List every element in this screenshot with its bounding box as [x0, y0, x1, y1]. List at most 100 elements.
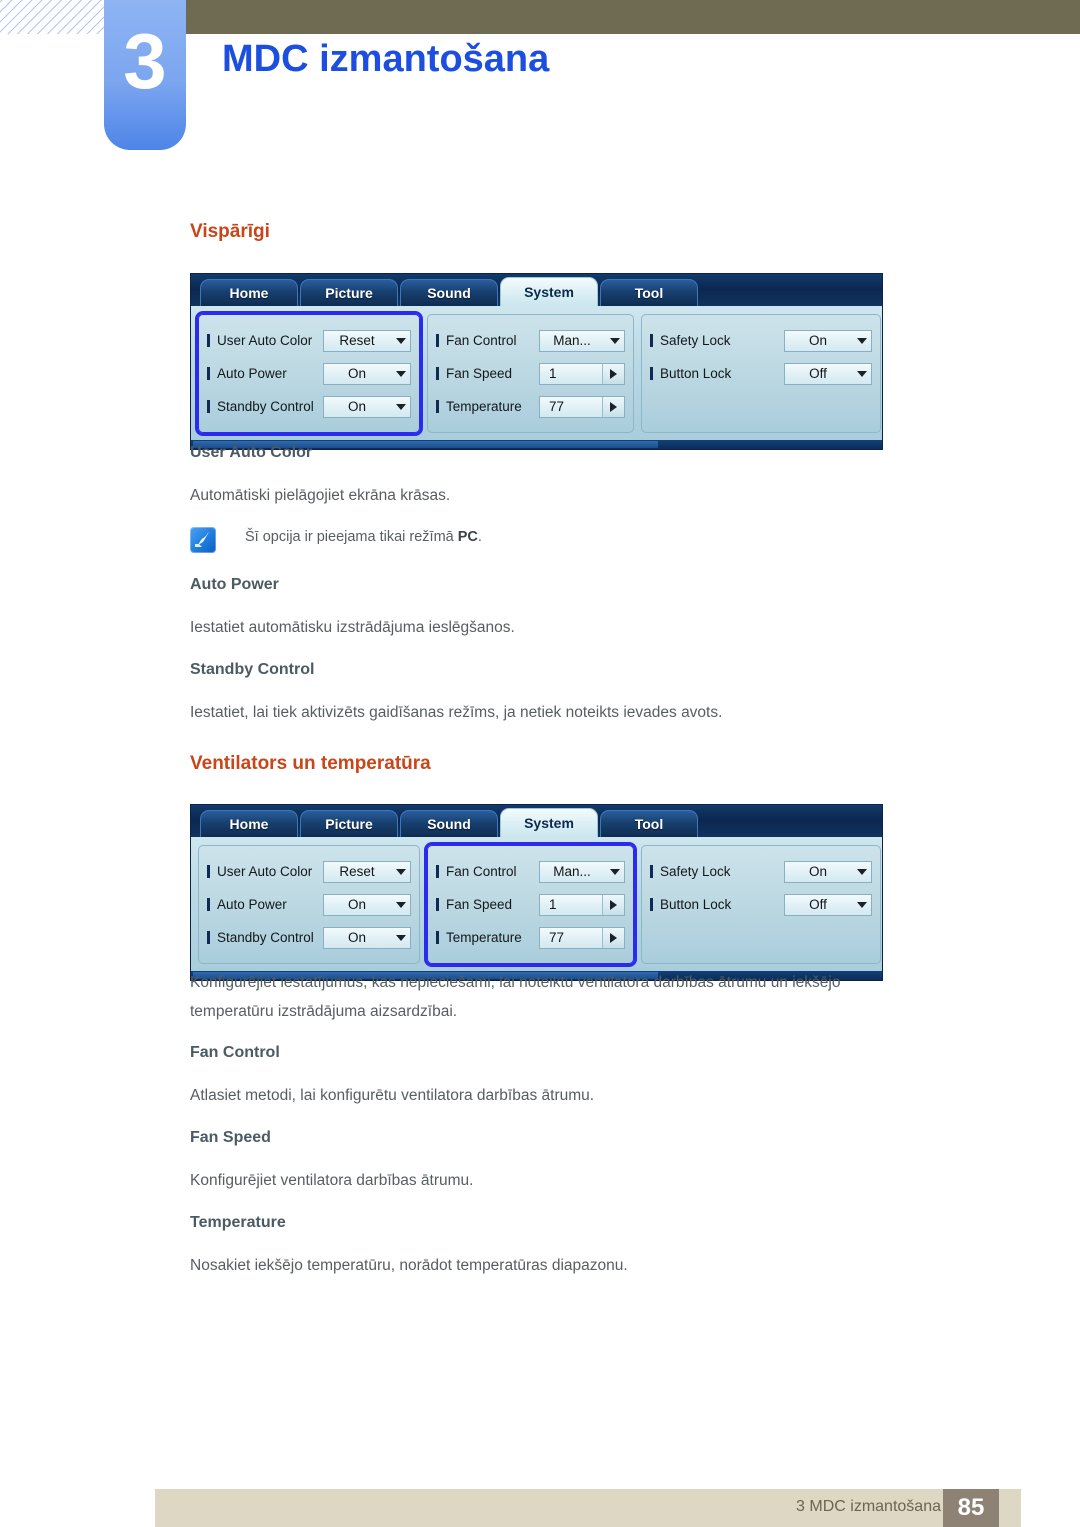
tab-tool[interactable]: Tool	[600, 279, 698, 306]
label-safety-lock: Safety Lock	[660, 864, 731, 879]
body-user-auto-color: Automātiski pielāgojiet ekrāna krāsas.	[190, 487, 451, 504]
dropdown-fan-control[interactable]: Man...	[539, 860, 625, 883]
page-footer: 3 MDC izmantošana 85	[155, 1489, 1021, 1527]
tab-home[interactable]: Home	[200, 279, 298, 306]
settings-group-lock-spacer	[650, 390, 872, 423]
mdc-tab-bar: Home Picture Sound System Tool	[191, 805, 882, 837]
bullet-tick-icon	[436, 931, 439, 944]
setting-row-temperature: Temperature 77	[436, 921, 625, 954]
spinner-value-temperature: 77	[549, 399, 565, 414]
bullet-tick-icon	[436, 400, 439, 413]
subheading-standby-control: Standby Control	[190, 661, 315, 678]
settings-group-fan: Fan Control Man... Fan Speed 1 Temperatu…	[427, 314, 634, 433]
tab-sound[interactable]: Sound	[400, 279, 498, 306]
settings-group-lock: Safety Lock On Button Lock Off	[641, 845, 881, 964]
label-user-auto-color: User Auto Color	[217, 864, 313, 879]
mdc-screenshot-fan: Home Picture Sound System Tool User Auto…	[190, 804, 883, 981]
dropdown-safety-lock[interactable]: On	[784, 329, 872, 352]
subheading-user-auto-color: User Auto Color	[190, 444, 313, 461]
body-auto-power: Iestatiet automātisku izstrādājuma ieslē…	[190, 619, 515, 636]
chevron-down-icon	[853, 337, 871, 344]
bullet-tick-icon	[207, 898, 210, 911]
label-safety-lock: Safety Lock	[660, 333, 731, 348]
bullet-tick-icon	[436, 898, 439, 911]
note-text: Šī opcija ir pieejama tikai režīmā PC.	[245, 529, 482, 545]
chevron-down-icon	[606, 868, 624, 875]
spinner-value-fan-speed: 1	[549, 897, 557, 912]
chapter-number-badge: 3	[104, 0, 186, 150]
bullet-tick-icon	[207, 931, 210, 944]
dropdown-value-safety-lock: On	[808, 864, 827, 879]
dropdown-value-standby-control: On	[347, 399, 366, 414]
chevron-right-icon[interactable]	[602, 894, 624, 915]
setting-row-auto-power: Auto Power On	[207, 888, 411, 921]
chevron-right-icon[interactable]	[602, 396, 624, 417]
chevron-right-icon[interactable]	[602, 927, 624, 948]
subheading-auto-power: Auto Power	[190, 576, 279, 593]
chevron-down-icon	[392, 370, 410, 377]
dropdown-button-lock[interactable]: Off	[784, 362, 872, 385]
setting-row-temperature: Temperature 77	[436, 390, 625, 423]
spinner-temperature[interactable]: 77	[539, 395, 625, 418]
settings-group-lock: Safety Lock On Button Lock Off	[641, 314, 881, 433]
spinner-fan-speed[interactable]: 1	[539, 362, 625, 385]
chevron-right-icon[interactable]	[602, 363, 624, 384]
bullet-tick-icon	[207, 865, 210, 878]
setting-row-user-auto-color: User Auto Color Reset	[207, 324, 411, 357]
chapter-number: 3	[123, 17, 167, 105]
body-temperature: Nosakiet iekšējo temperatūru, norādot te…	[190, 1257, 628, 1274]
settings-group-general: User Auto Color Reset Auto Power On Stan…	[195, 311, 423, 436]
bullet-tick-icon	[650, 334, 653, 347]
dropdown-value-fan-control: Man...	[553, 864, 591, 879]
setting-row-standby-control: Standby Control On	[207, 390, 411, 423]
chevron-down-icon	[392, 934, 410, 941]
spinner-temperature[interactable]: 77	[539, 926, 625, 949]
bullet-tick-icon	[207, 400, 210, 413]
label-temperature: Temperature	[446, 399, 522, 414]
chevron-down-icon	[853, 868, 871, 875]
tab-system[interactable]: System	[500, 277, 598, 306]
tab-tool[interactable]: Tool	[600, 810, 698, 837]
subheading-fan-control: Fan Control	[190, 1044, 280, 1061]
dropdown-value-user-auto-color: Reset	[339, 864, 375, 879]
mdc-tab-bar: Home Picture Sound System Tool	[191, 274, 882, 306]
dropdown-value-user-auto-color: Reset	[339, 333, 375, 348]
dropdown-user-auto-color[interactable]: Reset	[323, 329, 411, 352]
setting-row-button-lock: Button Lock Off	[650, 357, 872, 390]
setting-row-safety-lock: Safety Lock On	[650, 324, 872, 357]
dropdown-button-lock[interactable]: Off	[784, 893, 872, 916]
mdc-screenshot-general: Home Picture Sound System Tool User Auto…	[190, 273, 883, 450]
tab-home[interactable]: Home	[200, 810, 298, 837]
settings-group-lock-spacer	[650, 921, 872, 954]
dropdown-fan-control[interactable]: Man...	[539, 329, 625, 352]
chevron-down-icon	[392, 901, 410, 908]
bullet-tick-icon	[650, 367, 653, 380]
body-fan-intro-line1: Konfigurējiet iestatījumus, kas nepiecie…	[190, 974, 841, 991]
body-fan-intro-line2: temperatūru izstrādājuma aizsardzībai.	[190, 1003, 458, 1020]
label-standby-control: Standby Control	[217, 930, 314, 945]
dropdown-user-auto-color[interactable]: Reset	[323, 860, 411, 883]
section-heading-fan: Ventilators un temperatūra	[190, 753, 431, 774]
tab-picture[interactable]: Picture	[300, 279, 398, 306]
body-fan-control: Atlasiet metodi, lai konfigurētu ventila…	[190, 1087, 595, 1104]
subheading-fan-speed: Fan Speed	[190, 1129, 271, 1146]
dropdown-auto-power[interactable]: On	[323, 362, 411, 385]
tab-sound[interactable]: Sound	[400, 810, 498, 837]
bullet-tick-icon	[207, 367, 210, 380]
spinner-fan-speed[interactable]: 1	[539, 893, 625, 916]
tab-picture[interactable]: Picture	[300, 810, 398, 837]
note-pen-icon	[190, 527, 216, 553]
setting-row-standby-control: Standby Control On	[207, 921, 411, 954]
dropdown-auto-power[interactable]: On	[323, 893, 411, 916]
note-text-after: .	[477, 529, 482, 545]
label-fan-control: Fan Control	[446, 864, 517, 879]
footer-chapter-label: 3 MDC izmantošana	[796, 1498, 941, 1515]
dropdown-standby-control[interactable]: On	[323, 926, 411, 949]
chevron-down-icon	[853, 901, 871, 908]
setting-row-user-auto-color: User Auto Color Reset	[207, 855, 411, 888]
label-auto-power: Auto Power	[217, 366, 287, 381]
dropdown-standby-control[interactable]: On	[323, 395, 411, 418]
page-title: MDC izmantošana	[222, 38, 550, 80]
dropdown-safety-lock[interactable]: On	[784, 860, 872, 883]
tab-system[interactable]: System	[500, 808, 598, 837]
